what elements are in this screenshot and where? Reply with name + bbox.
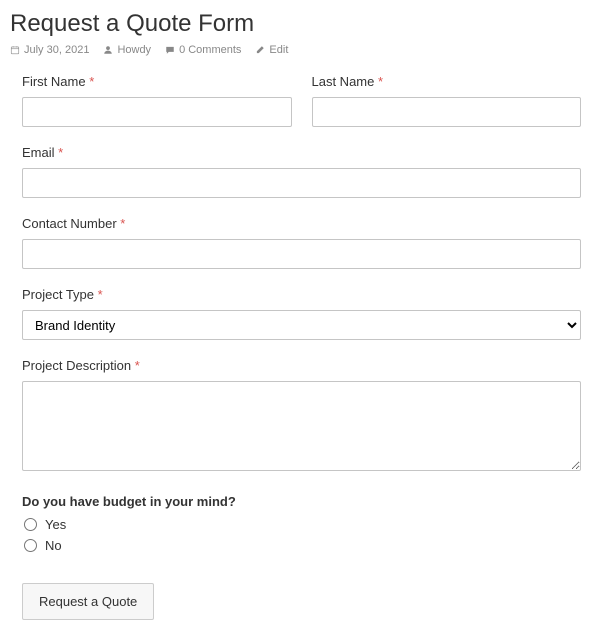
quote-form: First Name * Last Name * Email * Contact…	[10, 74, 585, 620]
email-label: Email *	[22, 145, 581, 160]
budget-option-no[interactable]: No	[24, 538, 581, 553]
email-input[interactable]	[22, 168, 581, 198]
calendar-icon	[10, 45, 20, 55]
last-name-label: Last Name *	[312, 74, 582, 89]
budget-legend: Do you have budget in your mind?	[22, 494, 236, 509]
comment-icon	[165, 45, 175, 55]
first-name-label: First Name *	[22, 74, 292, 89]
contact-number-label-text: Contact Number	[22, 216, 117, 231]
meta-author-text: Howdy	[117, 44, 151, 56]
contact-number-input[interactable]	[22, 239, 581, 269]
required-mark: *	[58, 145, 63, 160]
email-label-text: Email	[22, 145, 55, 160]
last-name-input[interactable]	[312, 97, 582, 127]
budget-radio-no[interactable]	[24, 539, 37, 552]
meta-edit[interactable]: Edit	[255, 44, 288, 56]
page-title: Request a Quote Form	[10, 10, 585, 38]
required-mark: *	[135, 358, 140, 373]
required-mark: *	[89, 74, 94, 89]
budget-option-yes[interactable]: Yes	[24, 517, 581, 532]
budget-yes-label: Yes	[45, 517, 66, 532]
budget-no-label: No	[45, 538, 62, 553]
budget-radio-yes[interactable]	[24, 518, 37, 531]
first-name-input[interactable]	[22, 97, 292, 127]
meta-date: July 30, 2021	[10, 44, 89, 56]
meta-comments[interactable]: 0 Comments	[165, 44, 241, 56]
meta-bar: July 30, 2021 Howdy 0 Comments Edit	[10, 44, 585, 56]
meta-date-text: July 30, 2021	[24, 44, 89, 56]
required-mark: *	[120, 216, 125, 231]
project-description-label-text: Project Description	[22, 358, 131, 373]
budget-fieldset: Do you have budget in your mind? Yes No	[22, 494, 581, 559]
meta-edit-text: Edit	[269, 44, 288, 56]
project-type-label: Project Type *	[22, 287, 581, 302]
meta-comments-text: 0 Comments	[179, 44, 241, 56]
last-name-label-text: Last Name	[312, 74, 375, 89]
project-type-label-text: Project Type	[22, 287, 94, 302]
required-mark: *	[378, 74, 383, 89]
edit-icon	[255, 45, 265, 55]
project-description-textarea[interactable]	[22, 381, 581, 471]
contact-number-label: Contact Number *	[22, 216, 581, 231]
user-icon	[103, 45, 113, 55]
project-type-select[interactable]: Brand Identity	[22, 310, 581, 340]
submit-button[interactable]: Request a Quote	[22, 583, 154, 620]
first-name-label-text: First Name	[22, 74, 86, 89]
project-description-label: Project Description *	[22, 358, 581, 373]
required-mark: *	[98, 287, 103, 302]
meta-author[interactable]: Howdy	[103, 44, 151, 56]
